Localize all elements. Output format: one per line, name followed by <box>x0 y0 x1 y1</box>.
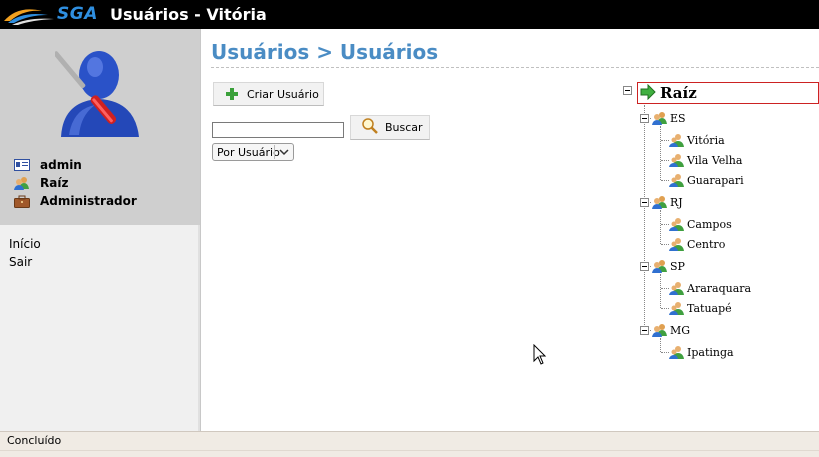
sga-logo: SGA <box>0 0 104 29</box>
search-icon <box>361 118 379 137</box>
search-button[interactable]: Buscar <box>350 115 430 140</box>
users-group-icon <box>13 176 31 190</box>
user-icon <box>669 154 684 167</box>
plus-icon <box>225 87 239 101</box>
unit-label: Vitória <box>687 133 725 147</box>
tree-group-mg[interactable]: MG <box>652 322 690 338</box>
sidebar-divider <box>200 29 201 431</box>
group-label: RJ <box>670 195 683 209</box>
search-input[interactable] <box>212 122 344 138</box>
tree-unit-araraquara[interactable]: Araraquara <box>669 280 751 296</box>
user-admin-avatar-icon <box>55 51 139 137</box>
page-title: Usuários > Usuários <box>211 40 439 64</box>
tree-group-es[interactable]: ES <box>652 110 686 126</box>
user-icon <box>669 174 684 187</box>
root-collapse-toggle[interactable] <box>623 86 632 95</box>
id-card-icon <box>13 158 31 172</box>
tree-unit-tatuape[interactable]: Tatuapé <box>669 300 732 316</box>
user-icon <box>669 302 684 315</box>
menu-item-sair[interactable]: Sair <box>0 253 198 271</box>
user-icon <box>669 218 684 231</box>
tree-unit-ipatinga[interactable]: Ipatinga <box>669 344 734 360</box>
window-bottom-edge <box>0 450 819 457</box>
group-label: ES <box>670 111 686 125</box>
chevron-down-icon <box>279 147 289 160</box>
tree-group-rj[interactable]: RJ <box>652 194 683 210</box>
filter-select[interactable]: Por Usuário <box>212 143 294 161</box>
unit-label: Centro <box>687 237 726 251</box>
user-icon <box>669 282 684 295</box>
tree-root-label: Raíz <box>660 84 697 102</box>
tree-unit-guarapari[interactable]: Guarapari <box>669 172 744 188</box>
app-header: SGA Usuários - Vitória <box>0 0 819 29</box>
arrow-right-icon <box>640 83 656 103</box>
users-group-icon <box>652 324 667 337</box>
unit-tree: Raíz ES Vitória Vila Velha Guarapari RJ … <box>620 78 819 378</box>
users-group-icon <box>652 260 667 273</box>
unit-label: Araraquara <box>687 281 752 295</box>
user-panel: admin Raíz Administrador <box>0 29 200 225</box>
tree-unit-vitoria[interactable]: Vitória <box>669 132 725 148</box>
briefcase-icon <box>13 194 31 208</box>
search-label: Buscar <box>385 121 423 134</box>
status-bar: Concluído <box>0 431 819 450</box>
user-name: admin <box>40 158 82 172</box>
tree-root-node[interactable]: Raíz <box>637 82 819 104</box>
user-name-row: admin <box>13 156 137 174</box>
user-icon <box>669 346 684 359</box>
tree-unit-campos[interactable]: Campos <box>669 216 732 232</box>
users-group-icon <box>652 112 667 125</box>
window-title: Usuários - Vitória <box>110 5 267 24</box>
sidebar-menu: Início Sair <box>0 225 200 431</box>
menu-item-inicio[interactable]: Início <box>0 235 198 253</box>
tree-group-sp[interactable]: SP <box>652 258 685 274</box>
tree-unit-centro[interactable]: Centro <box>669 236 725 252</box>
group-rj-toggle[interactable] <box>640 198 649 207</box>
title-divider <box>211 67 819 68</box>
unit-label: Tatuapé <box>687 301 732 315</box>
user-icon <box>669 134 684 147</box>
group-mg-toggle[interactable] <box>640 326 649 335</box>
mouse-cursor-icon <box>533 344 547 365</box>
logo-text: SGA <box>57 4 98 24</box>
group-label: MG <box>670 323 691 337</box>
user-unit-row: Raíz <box>13 174 137 192</box>
group-label: SP <box>670 259 685 273</box>
create-user-label: Criar Usuário <box>247 87 319 101</box>
unit-label: Campos <box>687 217 732 231</box>
user-unit: Raíz <box>40 176 69 190</box>
user-icon <box>669 238 684 251</box>
unit-label: Vila Velha <box>687 153 743 167</box>
filter-select-value: Por Usuário <box>217 145 280 159</box>
users-group-icon <box>652 196 667 209</box>
unit-label: Guarapari <box>687 173 744 187</box>
group-sp-toggle[interactable] <box>640 262 649 271</box>
group-es-toggle[interactable] <box>640 114 649 123</box>
user-role: Administrador <box>40 194 137 208</box>
create-user-button[interactable]: Criar Usuário <box>213 82 324 106</box>
tree-unit-vila-velha[interactable]: Vila Velha <box>669 152 742 168</box>
user-role-row: Administrador <box>13 192 137 210</box>
unit-label: Ipatinga <box>687 345 734 359</box>
